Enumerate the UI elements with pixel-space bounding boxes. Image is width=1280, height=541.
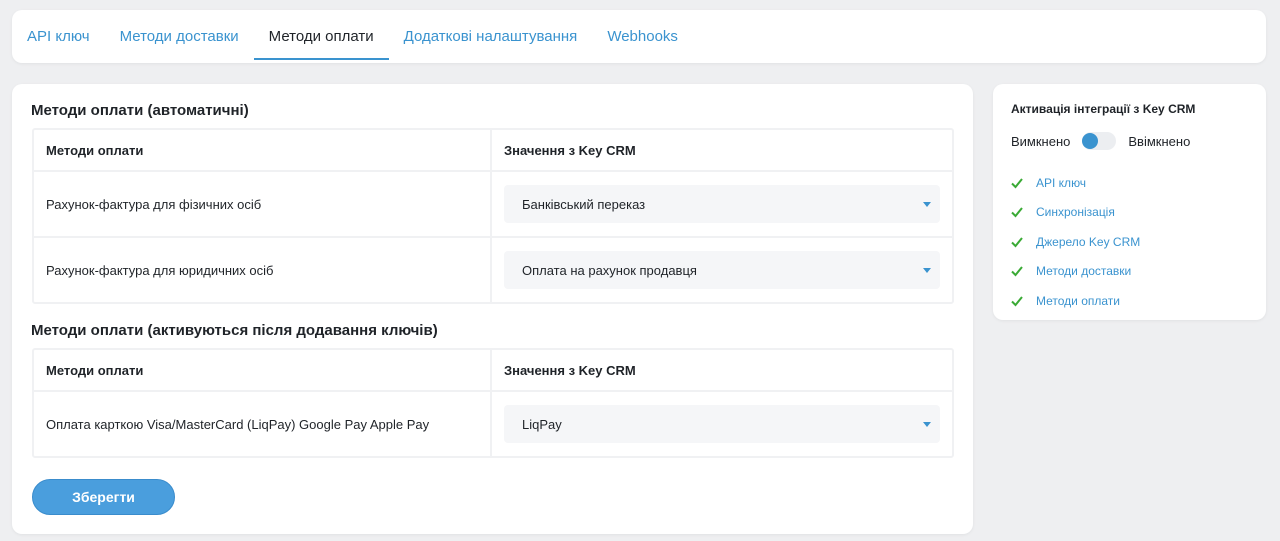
list-item: Синхронізація xyxy=(1011,198,1140,228)
list-item: Джерело Key CRM xyxy=(1011,227,1140,257)
payment-methods-card: Методи оплати (автоматичні) Методи оплат… xyxy=(12,84,973,534)
tab-webhooks[interactable]: Webhooks xyxy=(592,10,693,63)
checkmark-icon xyxy=(1011,207,1023,218)
column-header-crm-value: Значення з Key CRM xyxy=(504,142,636,158)
crm-value-cell: Оплата на рахунок продавця xyxy=(492,238,952,302)
tab-additional-settings[interactable]: Додаткові налаштування xyxy=(389,10,593,63)
crm-value-cell: LiqPay xyxy=(492,392,952,456)
crm-value-select[interactable]: LiqPay xyxy=(504,405,940,443)
activation-toggle-row: Вимкнено Ввімкнено xyxy=(1011,132,1190,150)
list-item: Методи доставки xyxy=(1011,257,1140,287)
auto-methods-table: Методи оплати Значення з Key CRM Рахунок… xyxy=(32,128,954,304)
auto-section-title: Методи оплати (автоматичні) xyxy=(31,102,249,119)
crm-value-select[interactable]: Банківський переказ xyxy=(504,185,940,223)
table-header-row: Методи оплати Значення з Key CRM xyxy=(34,130,952,170)
toggle-knob xyxy=(1082,133,1099,149)
payment-method-label: Рахунок-фактура для юридичних осіб xyxy=(34,238,492,302)
checkmark-icon xyxy=(1011,237,1023,248)
list-item: Методи оплати xyxy=(1011,286,1140,316)
settings-tabs: API ключ Методи доставки Методи оплати Д… xyxy=(12,10,1266,63)
column-header-crm-value: Значення з Key CRM xyxy=(504,362,636,378)
checkmark-icon xyxy=(1011,178,1023,189)
list-item: API ключ xyxy=(1011,168,1140,198)
integration-activation-card: Активація інтеграції з Key CRM Вимкнено … xyxy=(993,84,1266,320)
activation-title: Активація інтеграції з Key CRM xyxy=(1011,102,1196,116)
tab-delivery-methods[interactable]: Методи доставки xyxy=(105,10,254,63)
toggle-on-label: Ввімкнено xyxy=(1128,133,1191,149)
select-value: Оплата на рахунок продавця xyxy=(522,262,697,278)
activation-checklist: API ключ Синхронізація Джерело Key CRM М… xyxy=(1011,168,1140,316)
payment-method-label: Рахунок-фактура для фізичних осіб xyxy=(34,172,492,236)
keys-methods-table: Методи оплати Значення з Key CRM Оплата … xyxy=(32,348,954,458)
checklist-label: Джерело Key CRM xyxy=(1036,234,1141,249)
checklist-label: API ключ xyxy=(1036,175,1087,190)
checklist-label: Синхронізація xyxy=(1036,205,1115,220)
select-value: LiqPay xyxy=(522,416,562,432)
save-button[interactable]: Зберегти xyxy=(32,479,175,515)
crm-value-select[interactable]: Оплата на рахунок продавця xyxy=(504,251,940,289)
checklist-label: Методи доставки xyxy=(1036,264,1132,279)
crm-value-cell: Банківський переказ xyxy=(492,172,952,236)
tab-api-key[interactable]: API ключ xyxy=(12,10,105,63)
toggle-off-label: Вимкнено xyxy=(1011,133,1071,149)
caret-down-icon xyxy=(923,268,931,273)
column-header-methods: Методи оплати xyxy=(34,350,492,390)
checkmark-icon xyxy=(1011,296,1023,307)
select-value: Банківський переказ xyxy=(522,196,646,212)
checklist-label: Методи оплати xyxy=(1036,293,1120,308)
caret-down-icon xyxy=(923,202,931,207)
activation-toggle-switch[interactable] xyxy=(1082,132,1117,150)
payment-method-label: Оплата карткою Visa/MasterCard (LiqPay) … xyxy=(34,392,492,456)
checkmark-icon xyxy=(1011,266,1023,277)
caret-down-icon xyxy=(923,422,931,427)
table-row: Рахунок-фактура для фізичних осіб Банків… xyxy=(34,170,952,236)
column-header-methods: Методи оплати xyxy=(34,130,492,170)
table-header-row: Методи оплати Значення з Key CRM xyxy=(34,350,952,390)
tab-payment-methods[interactable]: Методи оплати xyxy=(253,10,389,63)
table-row: Рахунок-фактура для юридичних осіб Оплат… xyxy=(34,236,952,302)
keys-section-title: Методи оплати (активуються після додаван… xyxy=(31,322,438,339)
table-row: Оплата карткою Visa/MasterCard (LiqPay) … xyxy=(34,390,952,456)
